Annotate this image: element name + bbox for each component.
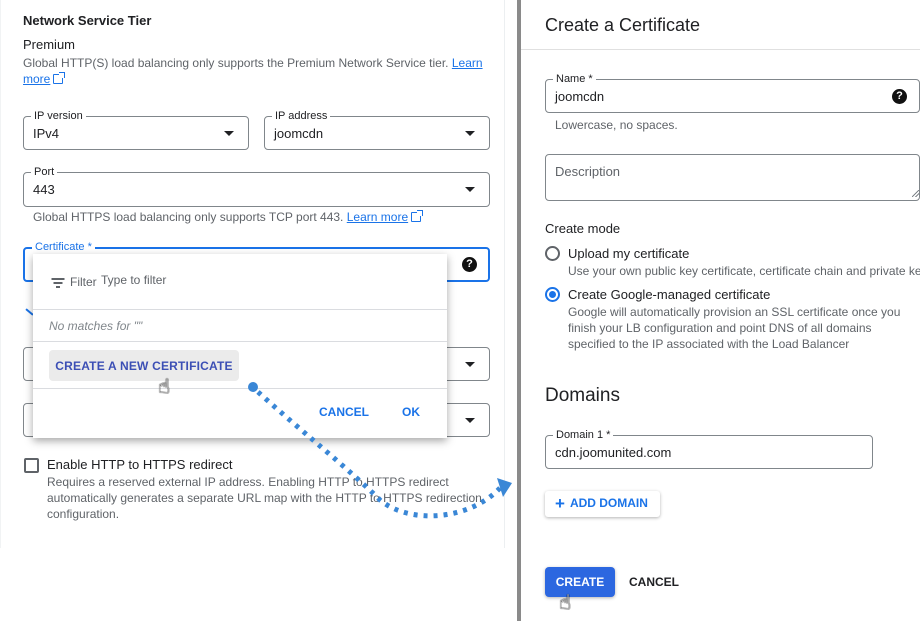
add-domain-label: ADD DOMAIN bbox=[569, 496, 648, 510]
ip-version-select[interactable]: IP version IPv4 bbox=[23, 109, 249, 150]
port-select[interactable]: Port 443 bbox=[23, 165, 490, 207]
create-button[interactable]: CREATE bbox=[545, 567, 615, 597]
name-label: Name * bbox=[553, 72, 596, 86]
external-link-icon bbox=[411, 210, 424, 222]
port-help-message: Global HTTPS load balancing only support… bbox=[33, 210, 344, 224]
domain-1-label: Domain 1 * bbox=[553, 428, 614, 442]
http-redirect-help: Requires a reserved external IP address.… bbox=[47, 475, 482, 521]
domain-1-input[interactable]: Domain 1 * cdn.joomunited.com bbox=[545, 428, 873, 469]
description-textarea[interactable] bbox=[545, 154, 920, 201]
google-managed-radio[interactable] bbox=[545, 287, 560, 302]
backend-frontend-config-panel: Network Service Tier Premium Global HTTP… bbox=[0, 0, 505, 548]
no-matches-text: No matches for "" bbox=[49, 319, 143, 333]
port-learn-more-label: Learn more bbox=[346, 210, 409, 224]
dropdown-caret-icon bbox=[465, 362, 475, 367]
port-value: 443 bbox=[33, 182, 55, 197]
cancel-button[interactable]: CANCEL bbox=[629, 567, 679, 597]
filter-icon bbox=[51, 278, 64, 288]
dropdown-caret-icon bbox=[224, 131, 234, 136]
dropdown-cancel-button[interactable]: CANCEL bbox=[319, 405, 369, 419]
pointer-hand-cursor-icon: ☝ bbox=[559, 592, 572, 614]
http-redirect-label[interactable]: Enable HTTP to HTTPS redirect bbox=[47, 457, 232, 472]
resize-handle-icon[interactable] bbox=[912, 190, 919, 197]
upload-certificate-label[interactable]: Upload my certificate bbox=[568, 246, 689, 261]
dropdown-caret-icon bbox=[465, 187, 475, 192]
port-help-text: Global HTTPS load balancing only support… bbox=[33, 210, 424, 224]
tier-name: Premium bbox=[23, 37, 76, 52]
tier-help-text: Global HTTP(S) load balancing only suppo… bbox=[23, 55, 483, 87]
name-help-text: Lowercase, no spaces. bbox=[555, 118, 678, 132]
ip-address-value: joomcdn bbox=[274, 126, 324, 141]
plus-icon: + bbox=[555, 494, 565, 513]
create-mode-label: Create mode bbox=[545, 221, 621, 236]
name-input[interactable]: Name * joomcdn ? bbox=[545, 72, 920, 113]
port-label: Port bbox=[31, 165, 58, 179]
tier-help-message: Global HTTP(S) load balancing only suppo… bbox=[23, 56, 449, 70]
divider bbox=[33, 341, 447, 342]
google-managed-label[interactable]: Create Google-managed certificate bbox=[568, 287, 770, 302]
help-icon[interactable]: ? bbox=[892, 89, 907, 104]
http-redirect-checkbox[interactable] bbox=[24, 458, 39, 473]
pointer-hand-cursor-icon: ☝ bbox=[158, 376, 171, 398]
add-domain-button[interactable]: + ADD DOMAIN bbox=[545, 491, 660, 517]
domains-heading: Domains bbox=[545, 385, 620, 406]
google-managed-help: Google will automatically provision an S… bbox=[568, 305, 901, 351]
header-divider bbox=[521, 49, 920, 50]
external-link-icon bbox=[53, 72, 66, 84]
create-new-certificate-button[interactable]: CREATE A NEW CERTIFICATE bbox=[49, 350, 239, 381]
domain-1-value: cdn.joomunited.com bbox=[555, 445, 672, 460]
dropdown-caret-icon bbox=[465, 418, 475, 423]
ip-version-value: IPv4 bbox=[33, 126, 60, 141]
ip-address-label: IP address bbox=[272, 109, 331, 123]
dropdown-ok-button[interactable]: OK bbox=[402, 405, 420, 419]
upload-certificate-radio[interactable] bbox=[545, 246, 560, 261]
filter-label: Filter bbox=[70, 275, 97, 289]
filter-input[interactable] bbox=[101, 273, 401, 287]
panel-title: Create a Certificate bbox=[545, 15, 701, 35]
network-service-tier-heading: Network Service Tier bbox=[23, 13, 152, 28]
certificate-dropdown-menu: Filter No matches for "" CREATE A NEW CE… bbox=[33, 254, 447, 438]
dropdown-caret-icon bbox=[465, 131, 475, 136]
help-icon[interactable]: ? bbox=[462, 257, 477, 272]
upload-certificate-help: Use your own public key certificate, cer… bbox=[568, 264, 920, 278]
name-value: joomcdn bbox=[555, 89, 605, 104]
ip-version-label: IP version bbox=[31, 109, 86, 123]
port-learn-more-link[interactable]: Learn more bbox=[347, 210, 408, 224]
ip-address-select[interactable]: IP address joomcdn bbox=[264, 109, 490, 150]
create-certificate-panel: Create a Certificate Name * joomcdn ? Lo… bbox=[521, 0, 920, 621]
divider bbox=[33, 388, 447, 389]
filter-bar: Filter bbox=[33, 254, 447, 310]
certificate-label: Certificate * bbox=[32, 240, 95, 254]
panel-gap bbox=[508, 0, 517, 621]
